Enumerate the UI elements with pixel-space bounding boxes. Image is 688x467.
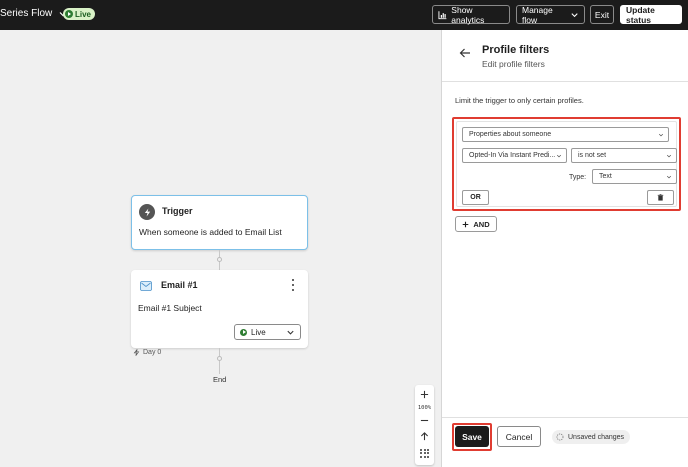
plus-icon bbox=[420, 390, 429, 398]
panel-description: Limit the trigger to only certain profil… bbox=[455, 96, 584, 105]
type-label: Type: bbox=[569, 174, 587, 181]
property-select[interactable]: Opted-In Via Instant Predi... bbox=[462, 148, 567, 163]
chevron-down-icon bbox=[666, 175, 672, 179]
delete-filter-button[interactable] bbox=[647, 190, 674, 205]
trigger-description: When someone is added to Email List bbox=[139, 227, 282, 237]
cancel-button[interactable]: Cancel bbox=[497, 426, 541, 447]
arrow-left-icon[interactable] bbox=[459, 47, 471, 59]
plus-icon bbox=[463, 221, 469, 227]
and-button[interactable]: AND bbox=[455, 216, 497, 232]
grid-icon bbox=[420, 448, 429, 458]
flow-status-label: Live bbox=[75, 9, 92, 19]
minimap-button[interactable] bbox=[415, 447, 434, 459]
chevron-down-icon bbox=[658, 133, 664, 137]
chevron-down-icon bbox=[666, 154, 672, 158]
chevron-down-icon bbox=[556, 154, 562, 158]
manage-flow-button[interactable]: Manage flow bbox=[516, 5, 585, 25]
flow-name: Series Flow bbox=[0, 8, 53, 19]
arrow-up-icon bbox=[420, 431, 429, 440]
filter-group-highlight: Properties about someone Opted-In Via In… bbox=[452, 117, 681, 211]
filter-group: Properties about someone Opted-In Via In… bbox=[456, 121, 677, 207]
end-label: End bbox=[213, 375, 227, 384]
exit-button[interactable]: Exit bbox=[590, 5, 614, 24]
or-button[interactable]: OR bbox=[462, 190, 489, 205]
play-icon bbox=[65, 10, 73, 18]
lightning-icon bbox=[133, 349, 140, 356]
panel-header: Profile filters Edit profile filters bbox=[442, 30, 688, 82]
minus-icon bbox=[420, 419, 429, 421]
bar-chart-icon bbox=[438, 10, 447, 19]
condition-type-select[interactable]: Properties about someone bbox=[462, 127, 669, 142]
flow-status-badge: Live bbox=[63, 8, 96, 20]
email-subject: Email #1 Subject bbox=[138, 303, 202, 313]
trigger-card[interactable]: Trigger When someone is added to Email L… bbox=[131, 195, 308, 250]
save-button[interactable]: Save bbox=[455, 426, 489, 447]
flow-name-dropdown[interactable]: Series Flow bbox=[0, 8, 68, 19]
add-step-node[interactable] bbox=[217, 356, 222, 361]
type-select[interactable]: Text bbox=[592, 169, 677, 184]
lightning-icon bbox=[139, 204, 155, 220]
play-icon bbox=[240, 328, 247, 336]
envelope-icon bbox=[140, 281, 152, 291]
profile-filters-panel: Profile filters Edit profile filters Lim… bbox=[441, 30, 688, 467]
email-card[interactable]: Email #1 Email #1 Subject Live bbox=[131, 270, 308, 348]
email-title: Email #1 bbox=[161, 280, 198, 290]
operator-select[interactable]: is not set bbox=[571, 148, 677, 163]
chevron-down-icon bbox=[571, 12, 578, 17]
more-options-icon[interactable] bbox=[289, 278, 297, 292]
add-step-node[interactable] bbox=[217, 257, 222, 262]
zoom-in-button[interactable] bbox=[415, 388, 434, 400]
top-bar: Series Flow Live Show analytics Manage f… bbox=[0, 0, 688, 30]
zoom-out-button[interactable] bbox=[415, 414, 434, 426]
unsaved-changes-badge: Unsaved changes bbox=[552, 430, 631, 444]
trash-icon bbox=[657, 194, 664, 201]
trigger-title: Trigger bbox=[162, 206, 193, 216]
panel-subtitle: Edit profile filters bbox=[482, 59, 545, 69]
flow-connector bbox=[219, 348, 220, 374]
zoom-level: 100% bbox=[417, 405, 432, 411]
show-analytics-button[interactable]: Show analytics bbox=[432, 5, 510, 25]
chevron-down-icon bbox=[287, 330, 294, 335]
panel-title: Profile filters bbox=[482, 44, 550, 56]
delay-label: Day 0 bbox=[133, 349, 161, 356]
zoom-controls: 100% bbox=[415, 385, 434, 465]
update-status-button[interactable]: Update status bbox=[620, 5, 682, 25]
fit-to-screen-button[interactable] bbox=[415, 430, 434, 442]
panel-footer: Save Cancel Unsaved changes bbox=[442, 417, 688, 467]
spinner-icon bbox=[556, 433, 564, 441]
flow-canvas[interactable]: Trigger When someone is added to Email L… bbox=[0, 30, 441, 467]
email-status-select[interactable]: Live bbox=[234, 324, 301, 340]
